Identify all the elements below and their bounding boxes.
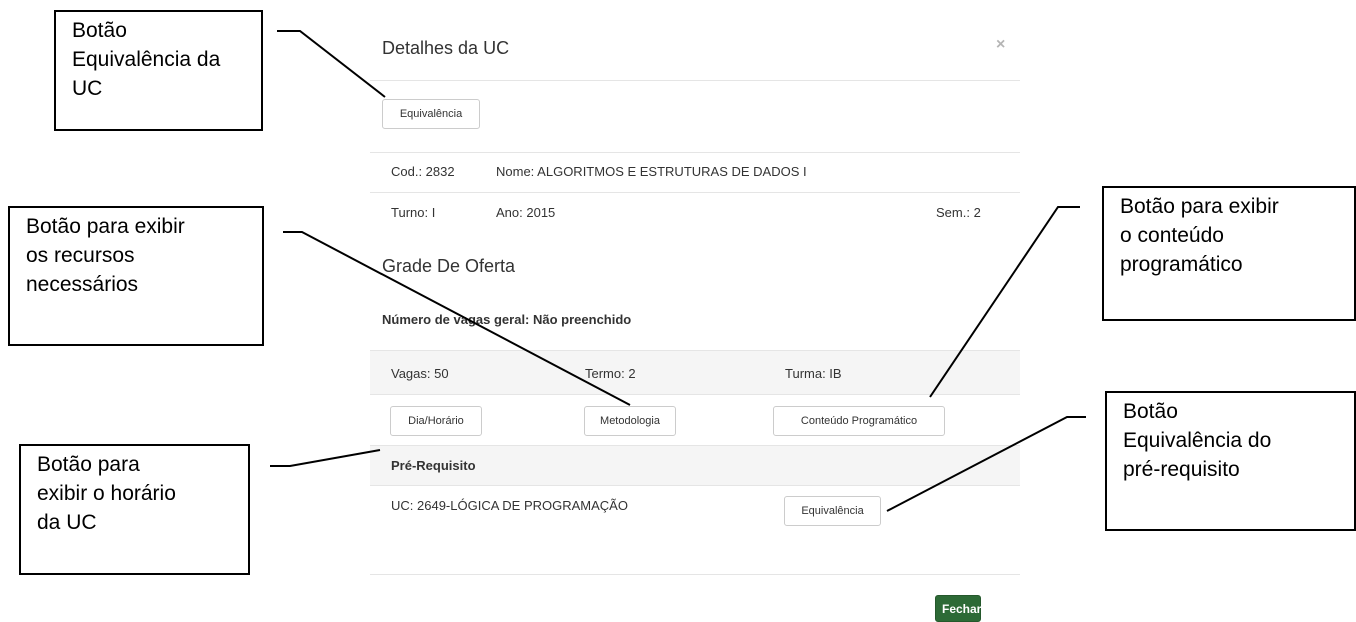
callout-equiv-prereq: Botão Equivalência do pré-requisito: [1105, 391, 1356, 531]
callout-line-horario: [270, 449, 381, 467]
callout-recursos: Botão para exibir os recursos necessário…: [8, 206, 264, 346]
callout-line-recursos: [283, 231, 631, 406]
callout-line-conteudo: [929, 206, 1080, 398]
callout-horario: Botão para exibir o horário da UC: [19, 444, 250, 575]
callout-line-equiv-prereq: [886, 416, 1086, 512]
callout-line-equiv-uc: [277, 30, 386, 98]
callout-equiv-uc: Botão Equivalência da UC: [54, 10, 263, 131]
callout-conteudo: Botão para exibir o conteúdo programátic…: [1102, 186, 1356, 321]
